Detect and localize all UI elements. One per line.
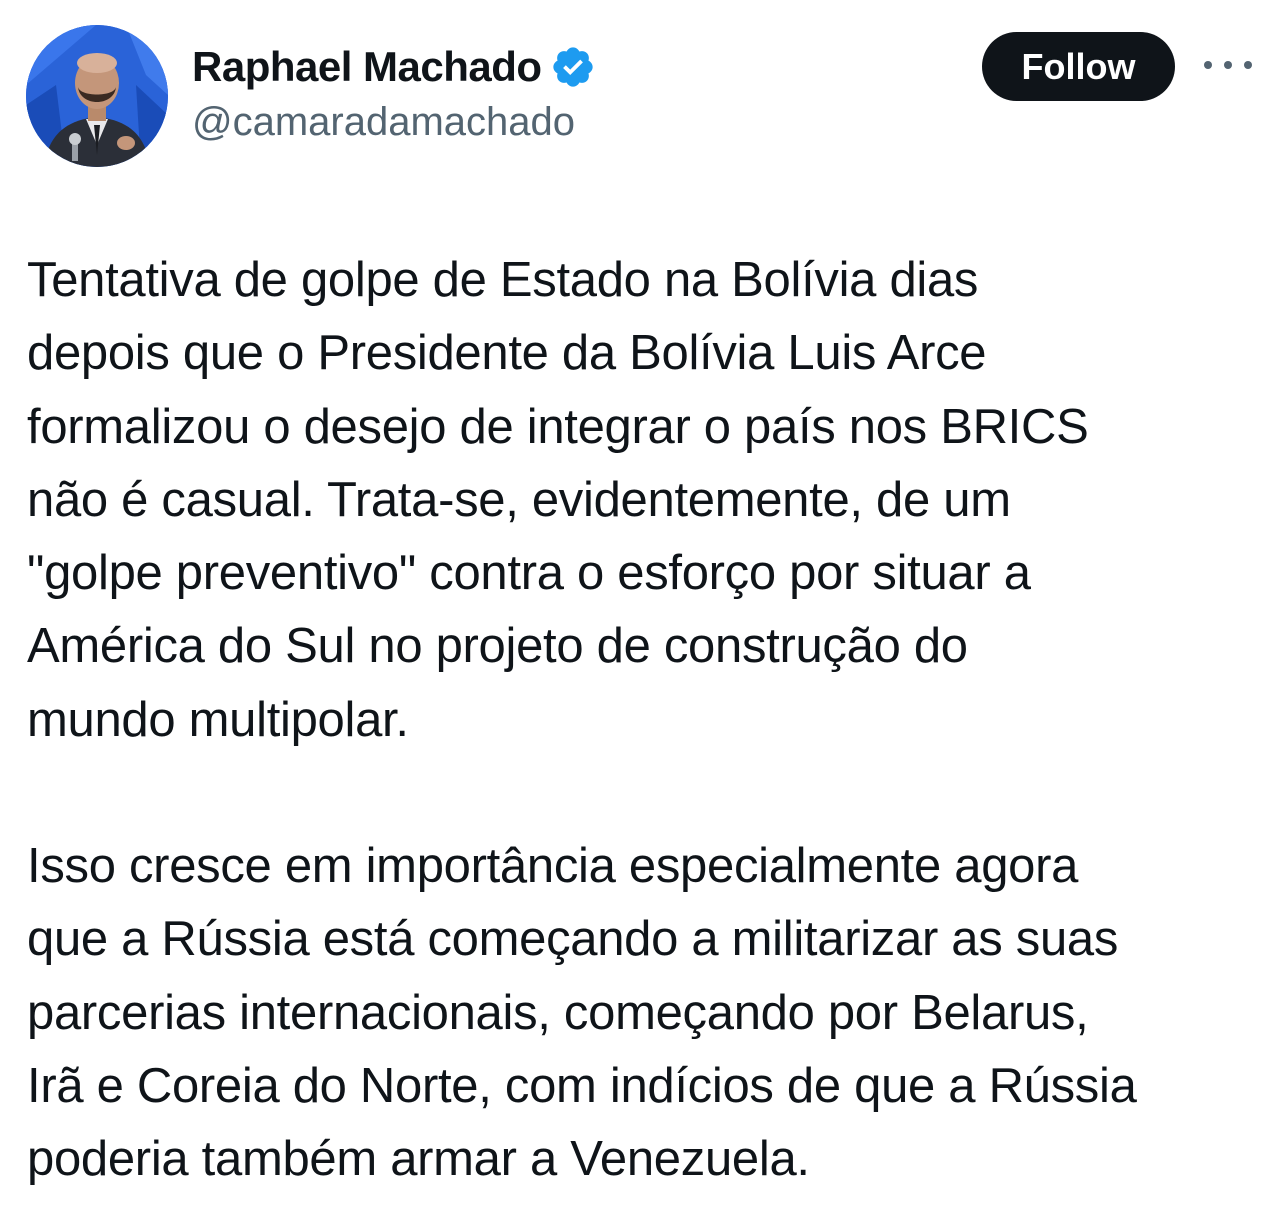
tweet-text: Tentativa de golpe de Estado na Bolívia … <box>27 244 1257 1197</box>
more-dot <box>1204 61 1212 69</box>
display-name[interactable]: Raphael Machado <box>192 43 542 91</box>
name-row: Raphael Machado <box>192 38 596 96</box>
avatar-image <box>26 25 168 167</box>
more-horizontal-icon[interactable] <box>1204 50 1252 80</box>
user-handle[interactable]: @camaradamachado <box>192 100 575 145</box>
tweet-header: Raphael Machado @camaradamachado Follow <box>0 0 1280 190</box>
more-dot <box>1224 61 1232 69</box>
avatar[interactable] <box>26 25 168 167</box>
tweet-paragraph: Tentativa de golpe de Estado na Bolívia … <box>27 253 1089 747</box>
verified-badge-icon <box>550 44 596 90</box>
more-dot <box>1244 61 1252 69</box>
tweet-paragraph: Isso cresce em importância especialmente… <box>27 839 1137 1187</box>
follow-button[interactable]: Follow <box>982 32 1175 101</box>
